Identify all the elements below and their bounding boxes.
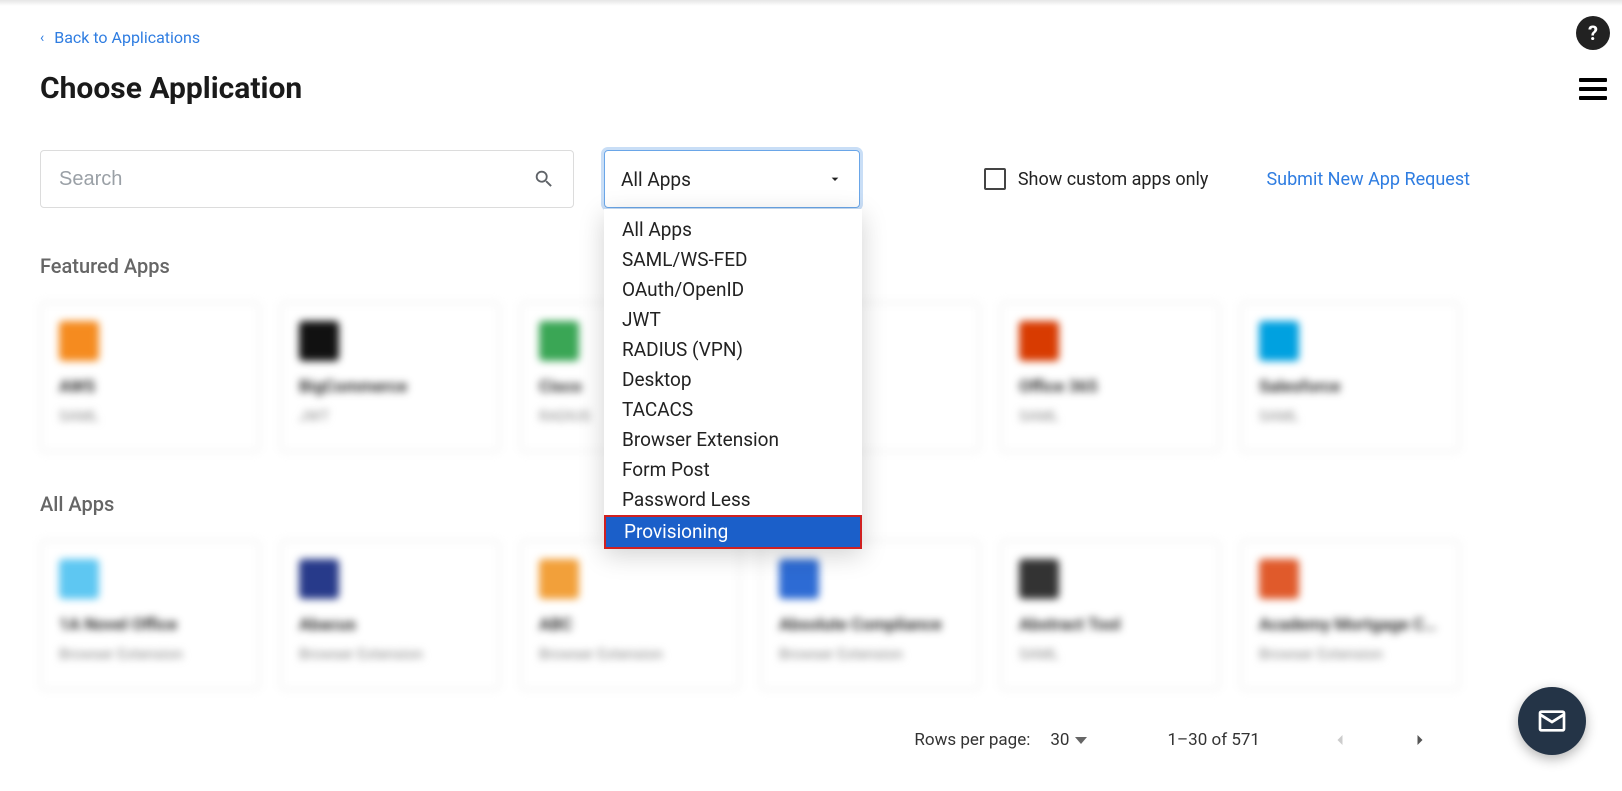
filter-option-jwt[interactable]: JWT bbox=[604, 305, 862, 335]
filter-dropdown: All Apps SAML/WS-FED OAuth/OpenID JWT RA… bbox=[604, 209, 862, 549]
filter-option-desktop[interactable]: Desktop bbox=[604, 365, 862, 395]
filter-option-form-post[interactable]: Form Post bbox=[604, 455, 862, 485]
filter-option-all-apps[interactable]: All Apps bbox=[604, 215, 862, 245]
controls-row: All Apps All Apps SAML/WS-FED OAuth/Open… bbox=[40, 150, 1470, 208]
rows-per-page-label: Rows per page: bbox=[914, 730, 1030, 750]
filter-option-oauth[interactable]: OAuth/OpenID bbox=[604, 275, 862, 305]
filter-option-radius[interactable]: RADIUS (VPN) bbox=[604, 335, 862, 365]
filter-option-provisioning[interactable]: Provisioning bbox=[604, 515, 862, 549]
rows-per-page-select[interactable]: 30 bbox=[1050, 730, 1087, 750]
right-rail: ? bbox=[1576, 16, 1610, 100]
submit-new-app-link[interactable]: Submit New App Request bbox=[1266, 169, 1470, 190]
filter-select[interactable]: All Apps All Apps SAML/WS-FED OAuth/Open… bbox=[604, 150, 860, 208]
mail-icon bbox=[1536, 705, 1568, 737]
page-title: Choose Application bbox=[40, 71, 1470, 106]
back-to-applications-link[interactable]: ‹ Back to Applications bbox=[40, 28, 1470, 47]
app-card[interactable]: Abstract ToolSAML bbox=[1000, 540, 1220, 690]
app-card[interactable]: SalesforceSAML bbox=[1240, 302, 1460, 452]
pagination-prev-button[interactable] bbox=[1330, 730, 1350, 750]
app-card[interactable]: ABCBrowser Extension bbox=[520, 540, 740, 690]
app-card[interactable]: Absolute ComplianceBrowser Extension bbox=[760, 540, 980, 690]
filter-option-password-less[interactable]: Password Less bbox=[604, 485, 862, 515]
pagination-range: 1–30 of 571 bbox=[1167, 730, 1260, 750]
app-card[interactable]: BigCommerceJWT bbox=[280, 302, 500, 452]
chat-fab[interactable] bbox=[1518, 687, 1586, 755]
back-link-label: Back to Applications bbox=[54, 28, 200, 47]
pagination-next-button[interactable] bbox=[1410, 730, 1430, 750]
all-apps-grid: 1A Novel OfficeBrowser Extension AbacusB… bbox=[40, 540, 1470, 690]
app-card[interactable]: AWSSAML bbox=[40, 302, 260, 452]
app-card[interactable]: Academy Mortgage C…Browser Extension bbox=[1240, 540, 1460, 690]
help-button[interactable]: ? bbox=[1576, 16, 1610, 50]
app-card[interactable]: AbacusBrowser Extension bbox=[280, 540, 500, 690]
checkbox-icon bbox=[984, 168, 1006, 190]
filter-selected-label: All Apps bbox=[621, 168, 691, 191]
rows-per-page-value: 30 bbox=[1050, 730, 1069, 750]
filter-option-saml[interactable]: SAML/WS-FED bbox=[604, 245, 862, 275]
app-card[interactable]: 1A Novel OfficeBrowser Extension bbox=[40, 540, 260, 690]
triangle-down-icon bbox=[1075, 737, 1087, 744]
filter-option-browser-ext[interactable]: Browser Extension bbox=[604, 425, 862, 455]
menu-button[interactable] bbox=[1579, 78, 1607, 100]
show-custom-apps-checkbox[interactable]: Show custom apps only bbox=[984, 168, 1209, 190]
search-input[interactable] bbox=[59, 168, 533, 191]
filter-option-tacacs[interactable]: TACACS bbox=[604, 395, 862, 425]
search-icon bbox=[533, 168, 555, 190]
chevron-left-icon: ‹ bbox=[40, 30, 44, 46]
search-box[interactable] bbox=[40, 150, 574, 208]
chevron-down-icon bbox=[827, 171, 843, 187]
custom-apps-label: Show custom apps only bbox=[1018, 169, 1209, 190]
app-card[interactable]: Office 365SAML bbox=[1000, 302, 1220, 452]
pagination-row: Rows per page: 30 1–30 of 571 bbox=[40, 730, 1470, 750]
